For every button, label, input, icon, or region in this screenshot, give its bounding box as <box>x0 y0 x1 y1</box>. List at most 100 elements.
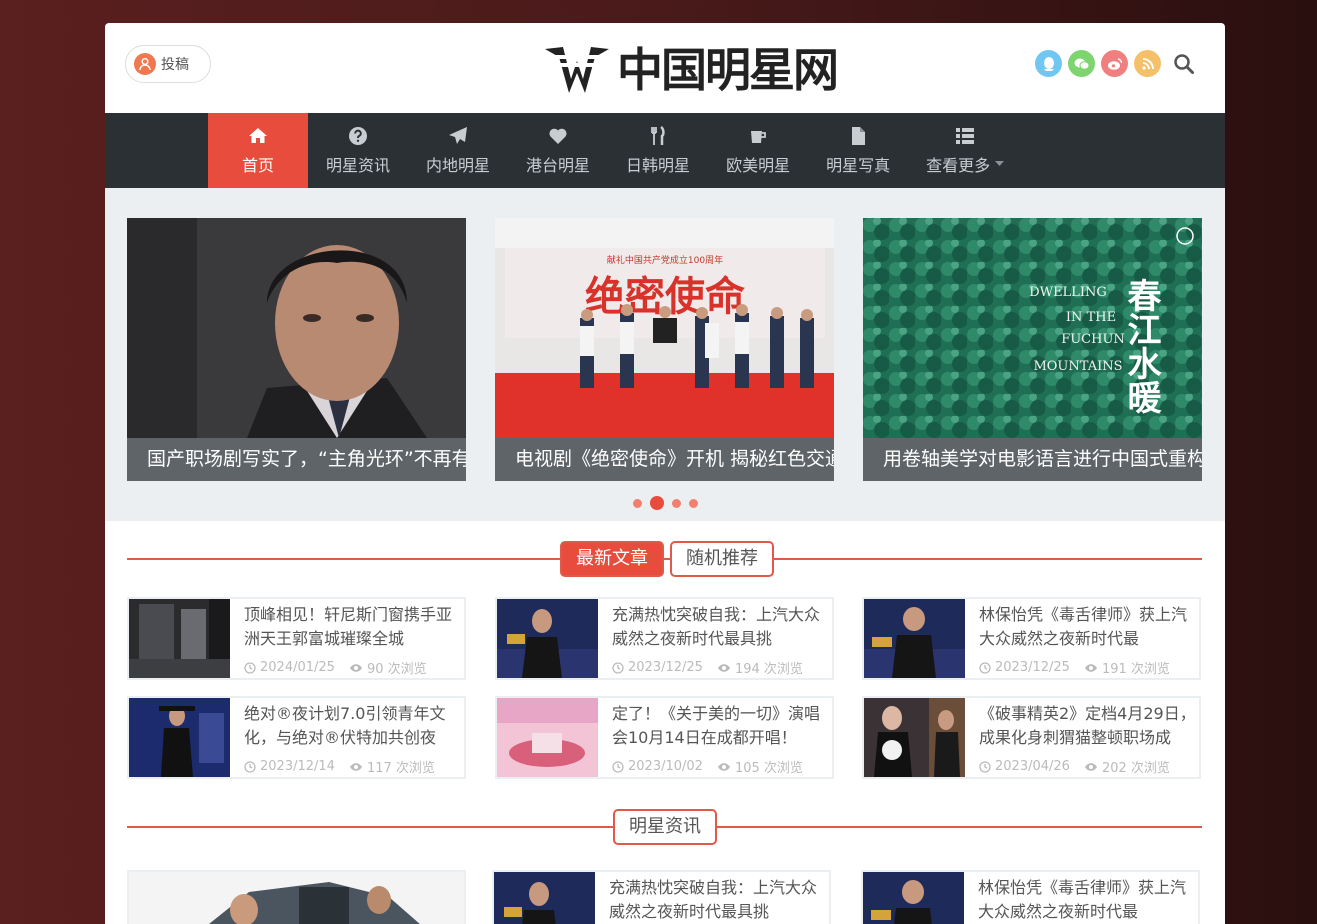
question-icon <box>349 126 367 145</box>
slider-dot-active[interactable] <box>650 496 664 510</box>
submit-label: 投稿 <box>161 57 189 73</box>
eye-icon <box>1084 663 1097 672</box>
submit-article-button[interactable]: 投稿 <box>125 45 211 83</box>
eye-icon <box>717 663 730 672</box>
article-title: 顶峰相见！轩尼斯门窗携手亚洲天王郭富城璀璨全城 <box>244 605 453 648</box>
article-views: 194 次浏览 <box>734 662 803 677</box>
article-date: 2023/12/25 <box>628 660 703 675</box>
article-card[interactable]: 充满热忱突破自我：上汽大众威然之夜新时代最具挑 <box>492 870 831 924</box>
logo-text: 中国明星网 <box>617 43 839 97</box>
article-thumbnail <box>494 872 595 924</box>
article-thumbnail <box>129 872 464 924</box>
featured-slider: 国产职场剧写实了，“主角光环”不再有 献礼中国共产党成立100周年 绝密使命 电… <box>105 188 1225 521</box>
poster-en-line: DWELLING <box>1029 285 1106 300</box>
article-card[interactable]: 顶峰相见！轩尼斯门窗携手亚洲天王郭富城璀璨全城 2024/01/25 90 次浏… <box>127 597 466 680</box>
slide-image: 献礼中国共产党成立100周年 绝密使命 <box>495 218 834 438</box>
slider-dot[interactable] <box>689 498 698 508</box>
article-title: 《破事精英2》定档4月29日，成果化身刺猬猫整顿职场成 <box>979 704 1196 747</box>
nav-label: 明星写真 <box>826 155 891 175</box>
slide[interactable]: 献礼中国共产党成立100周年 绝密使命 电视剧《绝密使命》开机 揭秘红色交通线 <box>495 218 834 481</box>
section-title[interactable]: 明星资讯 <box>613 809 717 845</box>
slide-image: DWELLING IN THE FUCHUN MOUNTAINS 春江水暖 <box>863 218 1202 438</box>
slide[interactable]: 国产职场剧写实了，“主角光环”不再有 <box>127 218 466 481</box>
page-container: 投稿 中国明星网 首页 明星资讯 内地明星 港台明星 日韩明星 欧美明星 明星写… <box>105 23 1225 924</box>
poster-en-line: IN THE <box>1066 310 1116 325</box>
nav-item-jpkr[interactable]: 日韩明星 <box>608 113 708 188</box>
qq-icon[interactable] <box>1035 50 1062 77</box>
article-date: 2023/04/26 <box>995 759 1070 774</box>
nav-item-more[interactable]: 查看更多 <box>908 113 1022 188</box>
clock-icon <box>612 760 624 773</box>
article-thumbnail <box>497 599 598 678</box>
nav-item-news[interactable]: 明星资讯 <box>308 113 408 188</box>
weibo-icon[interactable] <box>1101 50 1128 77</box>
article-card[interactable]: 定了！《关于美的一切》演唱会10月14日在成都开唱！ 2023/10/02 10… <box>495 696 834 779</box>
clock-icon <box>979 661 991 674</box>
eye-icon <box>349 762 362 771</box>
nav-item-photos[interactable]: 明星写真 <box>808 113 908 188</box>
list-icon <box>956 127 975 144</box>
slide-caption: 用卷轴美学对电影语言进行中国式重构 <box>863 438 1202 481</box>
article-title: 充满热忱突破自我：上汽大众威然之夜新时代最具挑 <box>609 878 818 921</box>
rss-icon[interactable] <box>1134 50 1161 77</box>
article-views: 117 次浏览 <box>366 761 435 776</box>
article-date: 2023/12/25 <box>995 660 1070 675</box>
nav-item-west[interactable]: 欧美明星 <box>708 113 808 188</box>
heart-icon <box>549 128 567 144</box>
article-title: 充满热忱突破自我：上汽大众威然之夜新时代最具挑 <box>612 605 821 648</box>
slider-dot[interactable] <box>633 498 642 508</box>
article-card[interactable]: 林保怡凭《毒舌律师》获上汽大众威然之夜新时代最 <box>861 870 1200 924</box>
clock-icon <box>244 661 256 674</box>
article-card[interactable]: 充满热忱突破自我：上汽大众威然之夜新时代最具挑 2023/12/25 194 次… <box>495 597 834 680</box>
tab-latest[interactable]: 最新文章 <box>560 541 664 577</box>
nav-label: 欧美明星 <box>726 155 791 175</box>
article-thumbnail <box>864 599 965 678</box>
poster-en-line: MOUNTAINS <box>1033 359 1122 374</box>
clock-icon <box>244 760 256 773</box>
search-icon[interactable] <box>1173 53 1195 75</box>
site-header: 投稿 中国明星网 <box>105 23 1225 113</box>
coffee-icon <box>751 130 766 143</box>
clock-icon <box>612 661 624 674</box>
slider-dot[interactable] <box>672 498 681 508</box>
social-links <box>1035 50 1195 77</box>
article-card[interactable]: 《破事精英2》定档4月29日，成果化身刺猬猫整顿职场成 2023/04/26 2… <box>862 696 1201 779</box>
article-card[interactable]: 林保怡凭《毒舌律师》获上汽大众威然之夜新时代最 2023/12/25 191 次… <box>862 597 1201 680</box>
article-thumbnail <box>863 872 964 924</box>
latest-section-header: 最新文章 随机推荐 <box>127 541 1202 577</box>
file-icon <box>852 126 866 145</box>
tab-random[interactable]: 随机推荐 <box>670 541 774 577</box>
article-title: 定了！《关于美的一切》演唱会10月14日在成都开唱！ <box>612 704 821 747</box>
article-views: 105 次浏览 <box>734 761 803 776</box>
nav-label: 首页 <box>241 155 274 175</box>
caret-down-icon <box>995 160 1005 166</box>
article-date: 2024/01/25 <box>260 660 335 675</box>
eye-icon <box>349 663 362 672</box>
article-thumbnail <box>864 698 965 777</box>
article-thumbnail <box>497 698 598 777</box>
nav-label: 查看更多 <box>926 155 991 175</box>
eye-icon <box>717 762 730 771</box>
banner-top-text: 献礼中国共产党成立100周年 <box>607 254 723 266</box>
article-thumbnail <box>129 698 230 777</box>
article-title: 林保怡凭《毒舌律师》获上汽大众威然之夜新时代最 <box>979 605 1188 648</box>
nav-label: 港台明星 <box>526 155 591 175</box>
home-icon <box>249 127 267 143</box>
slide-image <box>127 218 466 438</box>
user-icon <box>134 53 156 75</box>
wechat-icon[interactable] <box>1068 50 1095 77</box>
site-logo[interactable]: 中国明星网 <box>543 37 839 97</box>
clock-icon <box>979 760 991 773</box>
nav-item-hktw[interactable]: 港台明星 <box>508 113 608 188</box>
article-card[interactable]: 绝对®夜计划7.0引领青年文化，与绝对®伏特加共创夜 2023/12/14 11… <box>127 696 466 779</box>
nav-label: 明星资讯 <box>326 155 391 175</box>
nav-item-home[interactable]: 首页 <box>208 113 308 188</box>
slide[interactable]: DWELLING IN THE FUCHUN MOUNTAINS 春江水暖 用卷… <box>863 218 1202 481</box>
article-title: 绝对®夜计划7.0引领青年文化，与绝对®伏特加共创夜 <box>244 704 446 747</box>
cutlery-icon <box>651 125 665 145</box>
nav-item-mainland[interactable]: 内地明星 <box>408 113 508 188</box>
nav-label: 日韩明星 <box>626 155 691 175</box>
slider-pagination <box>633 496 698 510</box>
article-views: 202 次浏览 <box>1101 761 1170 776</box>
featured-news-card[interactable] <box>127 870 466 924</box>
